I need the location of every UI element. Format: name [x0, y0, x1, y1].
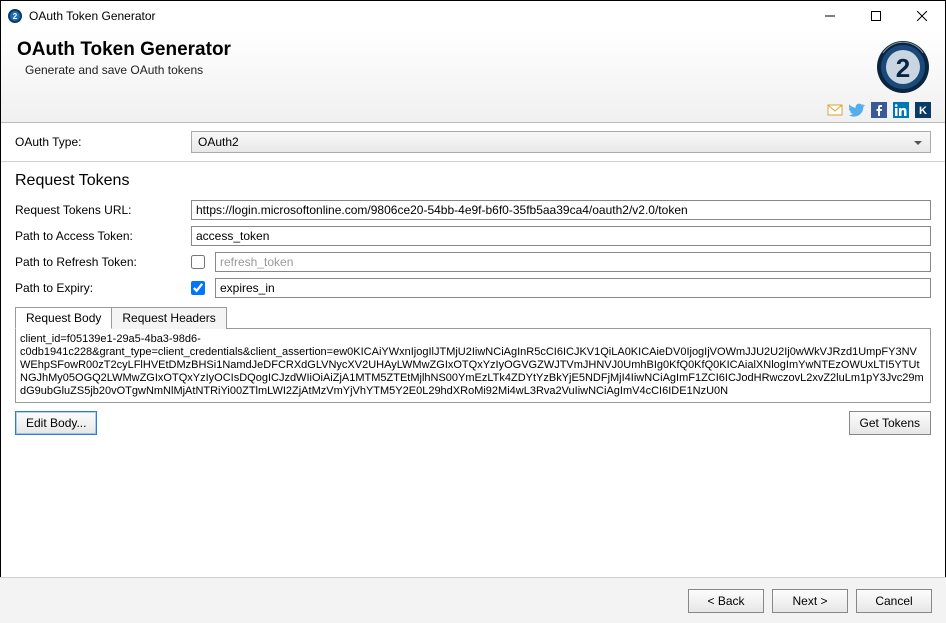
- url-label: Request Tokens URL:: [15, 203, 191, 217]
- maximize-button[interactable]: [853, 1, 899, 31]
- oauth-type-value: OAuth2: [198, 135, 239, 149]
- access-token-input[interactable]: [191, 226, 931, 246]
- social-row: K: [17, 102, 931, 118]
- header: OAuth Token Generator Generate and save …: [1, 31, 945, 123]
- page-title: OAuth Token Generator: [17, 39, 231, 61]
- refresh-checkbox[interactable]: [191, 255, 205, 269]
- facebook-icon[interactable]: [871, 102, 887, 118]
- close-button[interactable]: [899, 1, 945, 31]
- url-input[interactable]: [191, 200, 931, 220]
- linkedin-icon[interactable]: [893, 102, 909, 118]
- window-title: OAuth Token Generator: [29, 9, 807, 23]
- svg-text:2: 2: [13, 12, 18, 21]
- tabs: Request Body Request Headers client_id=f…: [15, 306, 931, 403]
- page-subtitle: Generate and save OAuth tokens: [25, 63, 231, 77]
- wizard-buttons: < Back Next > Cancel: [0, 577, 946, 623]
- refresh-label: Path to Refresh Token:: [15, 255, 191, 269]
- cancel-button[interactable]: Cancel: [856, 589, 932, 613]
- access-label: Path to Access Token:: [15, 229, 191, 243]
- app-icon: 2: [7, 8, 23, 24]
- back-button[interactable]: < Back: [688, 589, 764, 613]
- k-icon[interactable]: K: [915, 102, 931, 118]
- minimize-button[interactable]: [807, 1, 853, 31]
- oauth-type-row: OAuth Type: OAuth2: [1, 123, 945, 162]
- svg-text:2: 2: [896, 53, 910, 83]
- expiry-checkbox[interactable]: [191, 281, 205, 295]
- oauth-logo: 2: [875, 39, 931, 98]
- window-controls: [807, 1, 945, 31]
- refresh-token-input[interactable]: [215, 252, 931, 272]
- mail-icon[interactable]: [827, 102, 843, 118]
- next-button[interactable]: Next >: [772, 589, 848, 613]
- svg-text:K: K: [919, 105, 927, 117]
- edit-body-button[interactable]: Edit Body...: [15, 411, 97, 435]
- title-bar: 2 OAuth Token Generator: [1, 1, 945, 31]
- request-body-text[interactable]: client_id=f05139e1-29a5-4ba3-98d6-c0db19…: [15, 328, 931, 403]
- twitter-icon[interactable]: [849, 102, 865, 118]
- request-tokens-section: Request Tokens Request Tokens URL: Path …: [1, 162, 945, 435]
- expiry-label: Path to Expiry:: [15, 281, 191, 295]
- tab-request-headers[interactable]: Request Headers: [111, 307, 226, 329]
- get-tokens-button[interactable]: Get Tokens: [849, 411, 931, 435]
- section-title: Request Tokens: [15, 172, 931, 190]
- oauth-type-select[interactable]: OAuth2: [191, 131, 931, 153]
- tab-request-body[interactable]: Request Body: [15, 307, 112, 329]
- expiry-input[interactable]: [215, 278, 931, 298]
- oauth-type-label: OAuth Type:: [15, 135, 191, 149]
